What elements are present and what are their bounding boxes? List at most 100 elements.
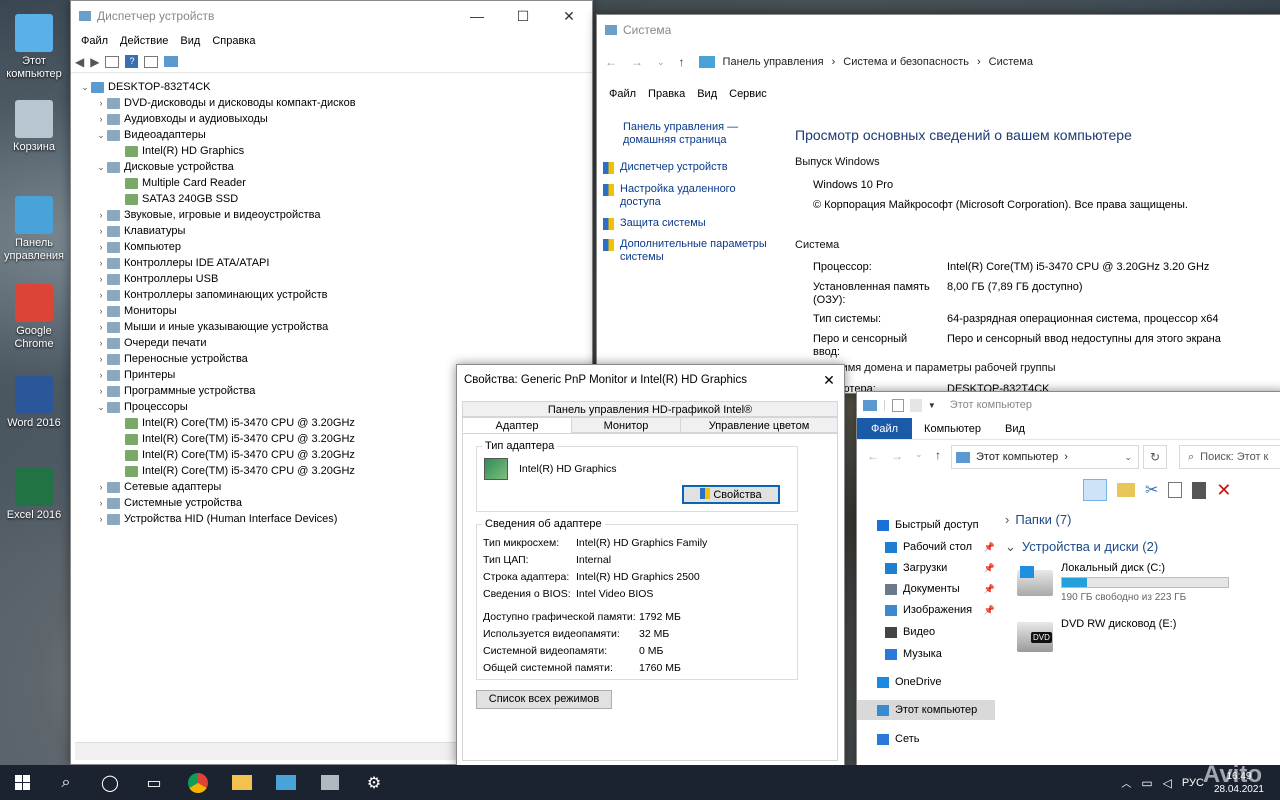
chrome-icon[interactable]	[176, 765, 220, 800]
pin-icon[interactable]: 📌	[984, 584, 995, 595]
menu-item[interactable]: Файл	[603, 88, 642, 100]
expand-arrow-icon[interactable]: ›	[95, 367, 107, 383]
language-indicator[interactable]: РУС	[1182, 777, 1204, 789]
pin-icon[interactable]: 📌	[984, 563, 995, 574]
expand-arrow-icon[interactable]: ⌄	[95, 399, 107, 415]
nav-item[interactable]: Изображения 📌	[857, 600, 995, 620]
expand-arrow-icon[interactable]: ›	[95, 479, 107, 495]
tab-file[interactable]: Файл	[857, 418, 913, 439]
desktop-icon[interactable]: Excel 2016	[2, 468, 66, 522]
up-icon[interactable]: ↑	[935, 448, 941, 462]
file-explorer-icon[interactable]	[220, 765, 264, 800]
expand-arrow-icon[interactable]: ⌄	[95, 127, 107, 143]
side-link[interactable]: Защита системы	[603, 217, 783, 230]
expand-arrow-icon[interactable]: ›	[95, 287, 107, 303]
expand-arrow-icon[interactable]: ›	[95, 271, 107, 287]
menu-item[interactable]: Справка	[206, 35, 261, 47]
expand-arrow-icon[interactable]: ›	[95, 495, 107, 511]
copy-icon[interactable]	[1168, 482, 1183, 498]
tree-row[interactable]: Intel(R) Core(TM) i5-3470 CPU @ 3.20GHz	[113, 415, 355, 431]
side-link[interactable]: Дополнительные параметры системы	[603, 238, 783, 264]
tree-row[interactable]: › Очереди печати	[95, 335, 207, 351]
folder-icon[interactable]	[1117, 483, 1135, 497]
tree-row[interactable]: › Аудиовходы и аудиовыходы	[95, 111, 268, 127]
adapter-properties-button[interactable]: Свойства	[682, 485, 780, 504]
pin-icon[interactable]: 📌	[984, 542, 995, 553]
close-button[interactable]: ✕	[814, 372, 844, 389]
nav-item[interactable]: Документы 📌	[857, 579, 995, 599]
tray-chevron-icon[interactable]: ︿	[1121, 775, 1131, 790]
device-manager-icon[interactable]	[308, 765, 352, 800]
task-view-icon[interactable]: ▭	[132, 765, 176, 800]
expand-arrow-icon[interactable]: ›	[95, 239, 107, 255]
tree-row[interactable]: Intel(R) Core(TM) i5-3470 CPU @ 3.20GHz	[113, 463, 355, 479]
address-bar[interactable]: Этот компьютер › ⌄	[951, 445, 1139, 469]
forward-icon[interactable]: →	[891, 449, 903, 463]
expand-arrow-icon[interactable]: ›	[95, 207, 107, 223]
expand-arrow-icon[interactable]: ⌄	[95, 159, 107, 175]
nav-item[interactable]: Быстрый доступ	[857, 515, 995, 535]
expand-arrow-icon[interactable]: ›	[95, 255, 107, 271]
start-button[interactable]	[0, 765, 44, 800]
drives-group[interactable]: ⌄ Устройства и диски (2)	[1005, 539, 1158, 555]
tree-row[interactable]: › Мониторы	[95, 303, 177, 319]
cut-icon[interactable]: ✂	[1145, 480, 1158, 500]
search-box[interactable]: ⌕ Поиск: Этот к	[1179, 445, 1280, 469]
delete-icon[interactable]: ✕	[1216, 480, 1231, 501]
expand-arrow-icon[interactable]: ›	[95, 335, 107, 351]
tree-row[interactable]: ⌄ Дисковые устройства	[95, 159, 234, 175]
nav-item[interactable]: Рабочий стол 📌	[857, 537, 995, 557]
nav-item[interactable]: Музыка	[857, 644, 995, 664]
tree-row[interactable]: Intel(R) HD Graphics	[113, 143, 244, 159]
menu-item[interactable]: Файл	[75, 35, 114, 47]
tree-row[interactable]: Intel(R) Core(TM) i5-3470 CPU @ 3.20GHz	[113, 431, 355, 447]
tree-row[interactable]: › Контроллеры USB	[95, 271, 219, 287]
system-window[interactable]: Система ← → ⌄ ↑ Панель управления › Систе…	[596, 14, 1280, 395]
expand-arrow-icon[interactable]: ›	[95, 303, 107, 319]
details-icon[interactable]	[144, 55, 159, 68]
dropdown-icon[interactable]: ⌄	[915, 449, 923, 460]
back-icon[interactable]: ←	[867, 449, 879, 463]
tree-row[interactable]: SATA3 240GB SSD	[113, 191, 238, 207]
expand-arrow-icon[interactable]: ›	[95, 223, 107, 239]
paste-icon[interactable]	[1192, 481, 1207, 499]
tab-color-management[interactable]: Управление цветом	[680, 417, 838, 433]
tree-row[interactable]: ⌄ Процессоры	[95, 399, 187, 415]
tree-row[interactable]: › Клавиатуры	[95, 223, 186, 239]
tree-row[interactable]: › Устройства HID (Human Interface Devices…	[95, 511, 338, 527]
drive-e[interactable]: DVD DVD RW дисковод (E:)	[1017, 618, 1237, 658]
tree-root[interactable]: ⌄ DESKTOP-832T4CK	[79, 79, 210, 95]
tab-computer[interactable]: Компьютер	[912, 418, 993, 439]
control-panel-icon[interactable]	[264, 765, 308, 800]
tab-monitor[interactable]: Монитор	[571, 417, 681, 433]
properties-icon[interactable]	[891, 398, 904, 412]
settings-icon[interactable]: ⚙	[352, 765, 396, 800]
list-all-modes-button[interactable]: Список всех режимов	[476, 690, 612, 709]
back-icon[interactable]: ◀	[75, 55, 84, 69]
tab-adapter[interactable]: Адаптер	[462, 417, 572, 433]
expand-arrow-icon[interactable]: ›	[95, 319, 107, 335]
drive-c[interactable]: Локальный диск (C:) 190 ГБ свободно из 2…	[1017, 562, 1237, 606]
tree-row[interactable]: Multiple Card Reader	[113, 175, 246, 191]
new-folder-icon[interactable]	[909, 398, 922, 412]
network-icon[interactable]: ▭	[1141, 776, 1152, 790]
nav-item[interactable]: Загрузки 📌	[857, 558, 995, 578]
cortana-icon[interactable]: ◯	[88, 765, 132, 800]
tree-row[interactable]: › Контроллеры запоминающих устройств	[95, 287, 328, 303]
menu-item[interactable]: Вид	[691, 88, 723, 100]
tree-row[interactable]: › Переносные устройства	[95, 351, 248, 367]
up-icon[interactable]: ↑	[679, 55, 685, 69]
help-icon[interactable]: ?	[125, 55, 139, 68]
tab-intel-control-panel[interactable]: Панель управления HD-графикой Intel®	[462, 401, 838, 417]
tree-row[interactable]: › DVD-дисководы и дисководы компакт-диско…	[95, 95, 356, 111]
side-link[interactable]: Настройка удаленного доступа	[603, 183, 783, 209]
maximize-button[interactable]: ☐	[500, 1, 546, 31]
tree-row[interactable]: › Мыши и иные указывающие устройства	[95, 319, 329, 335]
menu-item[interactable]: Действие	[114, 35, 174, 47]
expand-arrow-icon[interactable]: ›	[95, 95, 107, 111]
forward-icon[interactable]: ▶	[90, 55, 99, 69]
expand-arrow-icon[interactable]: ›	[95, 351, 107, 367]
tree-row[interactable]: › Контроллеры IDE ATA/ATAPI	[95, 255, 270, 271]
minimize-button[interactable]: —	[454, 1, 500, 31]
tree-row[interactable]: ⌄ Видеоадаптеры	[95, 127, 206, 143]
